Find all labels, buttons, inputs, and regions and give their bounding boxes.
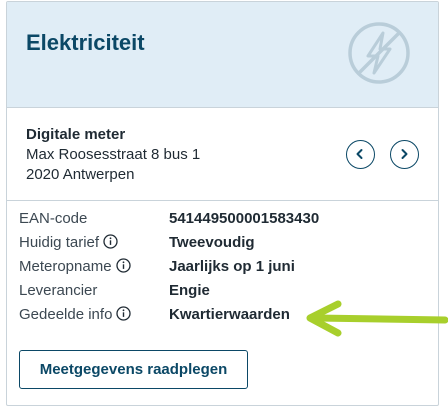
info-icon[interactable] — [115, 258, 131, 273]
info-icon[interactable] — [103, 234, 118, 249]
meter-type: Digitale meter — [26, 126, 126, 143]
meter-address-street: Max Roosesstraat 8 bus 1 — [26, 146, 201, 163]
chevron-left-icon — [356, 149, 363, 159]
info-icon[interactable] — [116, 306, 132, 321]
card-header: Elektriciteit — [7, 2, 438, 108]
detail-label: Huidig tarief — [19, 234, 100, 251]
meter-section: Digitale meter Max Roosesstraat 8 bus 1 … — [7, 108, 438, 201]
detail-row-tarief: Huidig tarief Tweevoudig — [19, 234, 419, 254]
previous-meter-button[interactable] — [346, 140, 375, 169]
electricity-card: Elektriciteit Digitale meter Max Roosess… — [6, 1, 439, 406]
detail-row-ean: EAN-code 541449500001583430 — [19, 210, 419, 230]
detail-label: Meteropname — [19, 258, 112, 275]
detail-label: EAN-code — [19, 210, 88, 227]
card-title: Elektriciteit — [26, 30, 145, 55]
view-meter-data-button[interactable]: Meetgegevens raadplegen — [19, 350, 248, 389]
annotation-arrow-icon — [306, 300, 448, 337]
detail-value: 541449500001583430 — [169, 210, 320, 227]
chevron-right-icon — [401, 149, 408, 159]
meter-address-city: 2020 Antwerpen — [26, 166, 135, 183]
next-meter-button[interactable] — [390, 140, 419, 169]
detail-value: Tweevoudig — [169, 234, 255, 251]
detail-label: Leverancier — [19, 282, 98, 299]
detail-label: Gedeelde info — [19, 306, 113, 323]
lightning-bolt-icon — [348, 22, 410, 84]
detail-row-meteropname: Meteropname Jaarlijks op 1 juni — [19, 258, 419, 278]
detail-value: Kwartierwaarden — [169, 306, 290, 323]
detail-row-leverancier: Leverancier Engie — [19, 282, 419, 302]
detail-value: Jaarlijks op 1 juni — [169, 258, 295, 275]
detail-value: Engie — [169, 282, 210, 299]
